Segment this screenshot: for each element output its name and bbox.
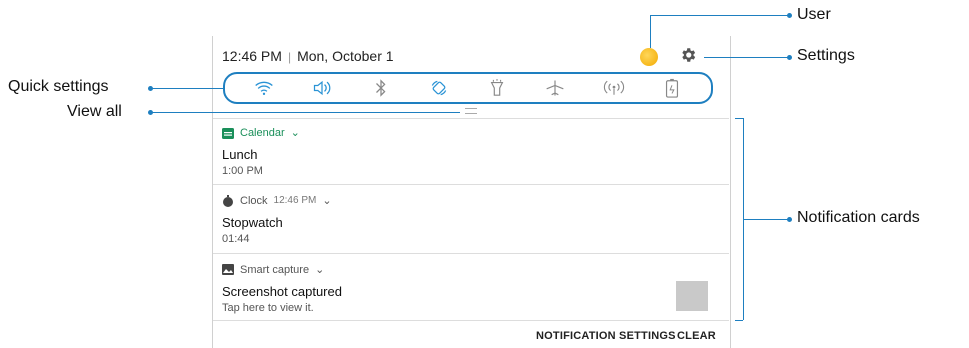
screenshot-thumbnail[interactable] xyxy=(676,281,708,311)
time-label: 12:46 PM xyxy=(222,48,282,64)
notification-settings-button[interactable]: NOTIFICATION SETTINGS xyxy=(536,330,676,342)
wifi-icon[interactable] xyxy=(253,77,275,99)
card-title: Stopwatch xyxy=(222,215,283,230)
bluetooth-icon[interactable] xyxy=(370,77,392,99)
chevron-down-icon[interactable]: ⌄ xyxy=(322,194,331,207)
callout-user: User xyxy=(797,6,831,23)
notification-time: 12:46 PM xyxy=(273,195,317,206)
divider xyxy=(213,320,729,321)
app-name: Clock xyxy=(240,194,268,207)
callout-dot xyxy=(787,55,792,60)
callout-line xyxy=(150,112,460,113)
card-title: Lunch xyxy=(222,147,258,162)
notification-card-smart-capture[interactable]: Smart capture ⌄ Screenshot captured Tap … xyxy=(222,263,717,314)
date-label: Mon, October 1 xyxy=(297,48,394,64)
separator: | xyxy=(287,50,292,64)
card-header: Clock 12:46 PM ⌄ xyxy=(222,194,717,207)
callout-line xyxy=(150,88,223,89)
divider xyxy=(213,184,729,185)
clear-button[interactable]: CLEAR xyxy=(677,330,716,342)
callout-line xyxy=(743,219,790,220)
image-icon xyxy=(222,264,234,275)
clock-icon xyxy=(223,194,233,207)
mobile-hotspot-icon[interactable] xyxy=(603,77,625,99)
view-all-handle[interactable] xyxy=(465,108,477,114)
callout-settings: Settings xyxy=(797,47,855,64)
app-name: Calendar xyxy=(240,126,285,139)
user-avatar[interactable] xyxy=(640,48,658,66)
quick-settings-bar xyxy=(223,72,713,104)
callout-view-all: View all xyxy=(67,103,122,120)
card-title: Screenshot captured xyxy=(222,284,342,299)
chevron-down-icon[interactable]: ⌄ xyxy=(315,263,324,276)
callout-line xyxy=(704,57,790,58)
callout-dot xyxy=(787,13,792,18)
auto-rotate-icon[interactable] xyxy=(428,77,450,99)
card-subtitle: 1:00 PM xyxy=(222,165,263,177)
flashlight-icon[interactable] xyxy=(486,77,508,99)
airplane-mode-icon[interactable] xyxy=(544,77,566,99)
chevron-down-icon[interactable]: ⌄ xyxy=(291,126,300,139)
divider xyxy=(213,118,729,119)
notification-card-calendar[interactable]: Calendar ⌄ Lunch 1:00 PM xyxy=(222,126,717,177)
callout-line xyxy=(735,118,743,119)
callout-quick-settings: Quick settings xyxy=(8,78,109,95)
divider xyxy=(213,253,729,254)
callout-line xyxy=(650,15,651,48)
app-name: Smart capture xyxy=(240,263,310,276)
callout-line xyxy=(735,320,743,321)
power-saving-icon[interactable] xyxy=(661,77,683,99)
status-line: 12:46 PM | Mon, October 1 xyxy=(222,48,394,64)
callout-line xyxy=(650,15,790,16)
sound-icon[interactable] xyxy=(311,77,333,99)
gear-icon[interactable] xyxy=(679,46,697,64)
callout-dot xyxy=(787,217,792,222)
card-header: Calendar ⌄ xyxy=(222,126,717,139)
card-subtitle: Tap here to view it. xyxy=(222,302,314,314)
card-header: Smart capture ⌄ xyxy=(222,263,717,276)
card-subtitle: 01:44 xyxy=(222,233,250,245)
calendar-icon xyxy=(222,127,234,139)
notification-card-clock[interactable]: Clock 12:46 PM ⌄ Stopwatch 01:44 xyxy=(222,194,717,245)
callout-notification-cards: Notification cards xyxy=(797,209,920,226)
